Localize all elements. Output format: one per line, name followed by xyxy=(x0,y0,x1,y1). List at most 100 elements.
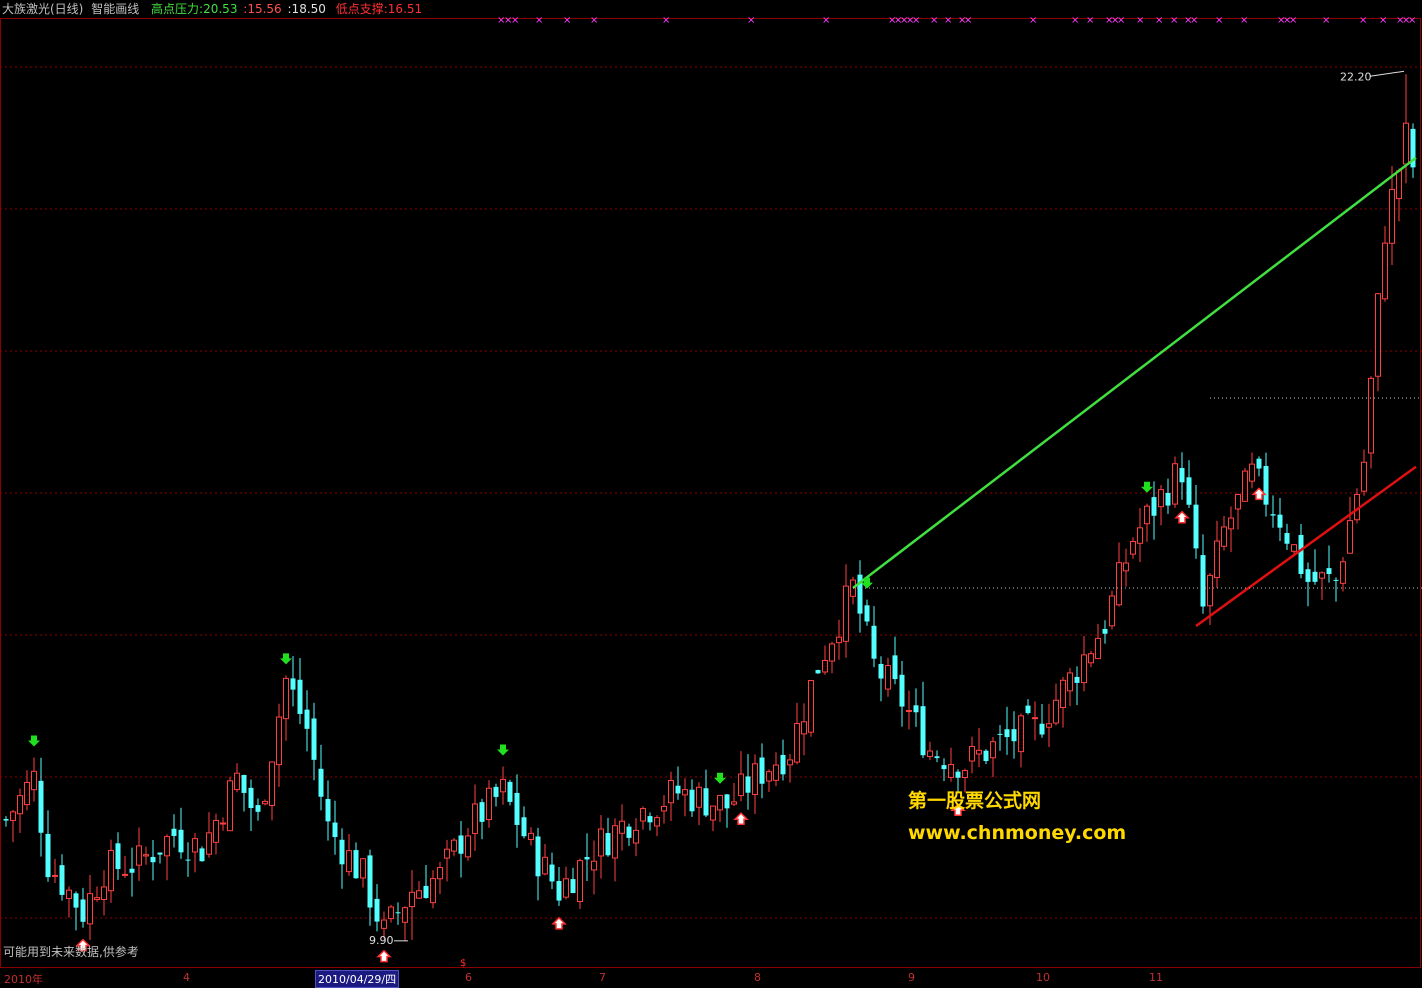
signal-x-marker: × xyxy=(1155,15,1163,26)
candle-up xyxy=(1116,562,1122,606)
candle-down xyxy=(934,756,940,759)
candle-down xyxy=(983,750,989,762)
candle-up xyxy=(1347,520,1353,554)
candle-down xyxy=(1186,477,1192,505)
future-data-note: 可能用到未来数据,供参考 xyxy=(3,945,139,959)
candle-up xyxy=(990,741,996,759)
candle-down xyxy=(507,781,513,802)
candle-up xyxy=(136,845,142,866)
chart-area[interactable]: × × × × × × × × × × × × × × × × × × × × × × × × × × × × × × × × × × × × × × × ×… xyxy=(0,0,1422,986)
candle-up xyxy=(1207,574,1213,607)
candle-up xyxy=(430,878,436,904)
watermark-title: 第一股票公式网 xyxy=(908,790,1042,812)
candle-down xyxy=(1179,468,1185,483)
high-value: 20.53 xyxy=(203,2,238,16)
candle-down xyxy=(556,881,562,901)
candle-up xyxy=(1144,505,1150,525)
candle-up xyxy=(94,897,100,900)
x-label-7: 7 xyxy=(599,971,606,984)
indicator-name: 智能画线 xyxy=(91,2,140,16)
candle-down xyxy=(941,765,947,770)
candle-down xyxy=(514,792,520,825)
candle-up xyxy=(773,764,779,781)
candle-up xyxy=(612,825,618,859)
candle-up xyxy=(542,856,548,875)
candle-up xyxy=(1396,170,1402,200)
candle-down xyxy=(549,864,555,882)
candle-down xyxy=(185,859,191,861)
candle-up xyxy=(31,770,37,791)
candle-down xyxy=(899,674,905,707)
candle-up xyxy=(213,819,219,843)
candle-up xyxy=(962,770,968,779)
sell-arrow-icon xyxy=(714,772,726,784)
candle-up xyxy=(668,779,674,804)
candle-up xyxy=(885,665,891,690)
x-label-selected-date[interactable]: 2010/04/29/四 xyxy=(315,970,400,988)
candle-down xyxy=(80,899,86,922)
sell-arrow-icon xyxy=(497,744,509,756)
candle-down xyxy=(759,757,765,784)
candle-up xyxy=(1018,715,1024,753)
candle-up xyxy=(1375,293,1381,377)
candle-up xyxy=(87,893,93,925)
candle-up xyxy=(738,773,744,797)
candle-up xyxy=(388,906,394,920)
candle-down xyxy=(115,843,121,870)
candle-up xyxy=(10,811,16,821)
candle-up xyxy=(1060,679,1066,708)
candle-down xyxy=(892,655,898,680)
candle-up xyxy=(927,750,933,757)
signal-x-marker: × xyxy=(1086,15,1094,26)
candle-down xyxy=(395,912,401,914)
candle-down xyxy=(374,898,380,922)
candle-down xyxy=(584,857,590,860)
candle-up xyxy=(1158,489,1164,508)
candle-down xyxy=(1277,514,1283,528)
candle-up xyxy=(1228,517,1234,530)
signal-x-marker: × xyxy=(822,15,830,26)
candle-up xyxy=(66,889,72,899)
candle-up xyxy=(640,808,646,822)
candle-down xyxy=(1039,723,1045,735)
candle-up xyxy=(1088,653,1094,664)
candle-up xyxy=(381,919,387,929)
candle-down xyxy=(570,879,576,894)
candle-down xyxy=(871,625,877,659)
candle-up xyxy=(164,836,170,857)
signal-x-marker: × xyxy=(1029,15,1037,26)
buy-arrow-icon xyxy=(1174,510,1190,524)
candle-up xyxy=(794,723,800,763)
candle-down xyxy=(3,818,9,821)
candle-up xyxy=(1046,723,1052,728)
x-axis[interactable]: 2010年 4 2010/04/29/四 6 7 8 9 10 11 xyxy=(0,968,1422,988)
candle-down xyxy=(150,856,156,863)
candlestick-chart[interactable]: ××× × × × × × × ××××× × × ×× × × × ××× × × × ×× × × ××× × × × ×××… xyxy=(0,0,1422,986)
signal-x-marker: × xyxy=(912,15,920,26)
signal-x-marker: × xyxy=(1136,15,1144,26)
candle-up xyxy=(1319,572,1325,579)
candle-up xyxy=(283,677,289,720)
candle-down xyxy=(535,836,541,877)
candle-up xyxy=(472,803,478,834)
candle-down xyxy=(521,817,527,837)
candle-up xyxy=(696,786,702,808)
candle-up xyxy=(1130,540,1136,555)
candle-down xyxy=(1004,729,1010,738)
candle-down xyxy=(1074,676,1080,683)
candle-down xyxy=(1270,514,1276,516)
candle-up xyxy=(108,849,114,892)
candle-down xyxy=(878,663,884,679)
candle-up xyxy=(1081,654,1087,684)
candle-down xyxy=(1298,534,1304,574)
value-2: :15.56 xyxy=(243,2,282,16)
signal-x-marker: × xyxy=(1379,15,1387,26)
candle-down xyxy=(997,733,1003,735)
candle-down xyxy=(297,679,303,714)
buy-arrow-icon xyxy=(733,812,749,825)
candle-down xyxy=(178,829,184,853)
signal-x-marker: × xyxy=(563,15,571,26)
candle-up xyxy=(1123,562,1129,572)
candle-up xyxy=(234,772,240,791)
candle-down xyxy=(73,893,79,908)
